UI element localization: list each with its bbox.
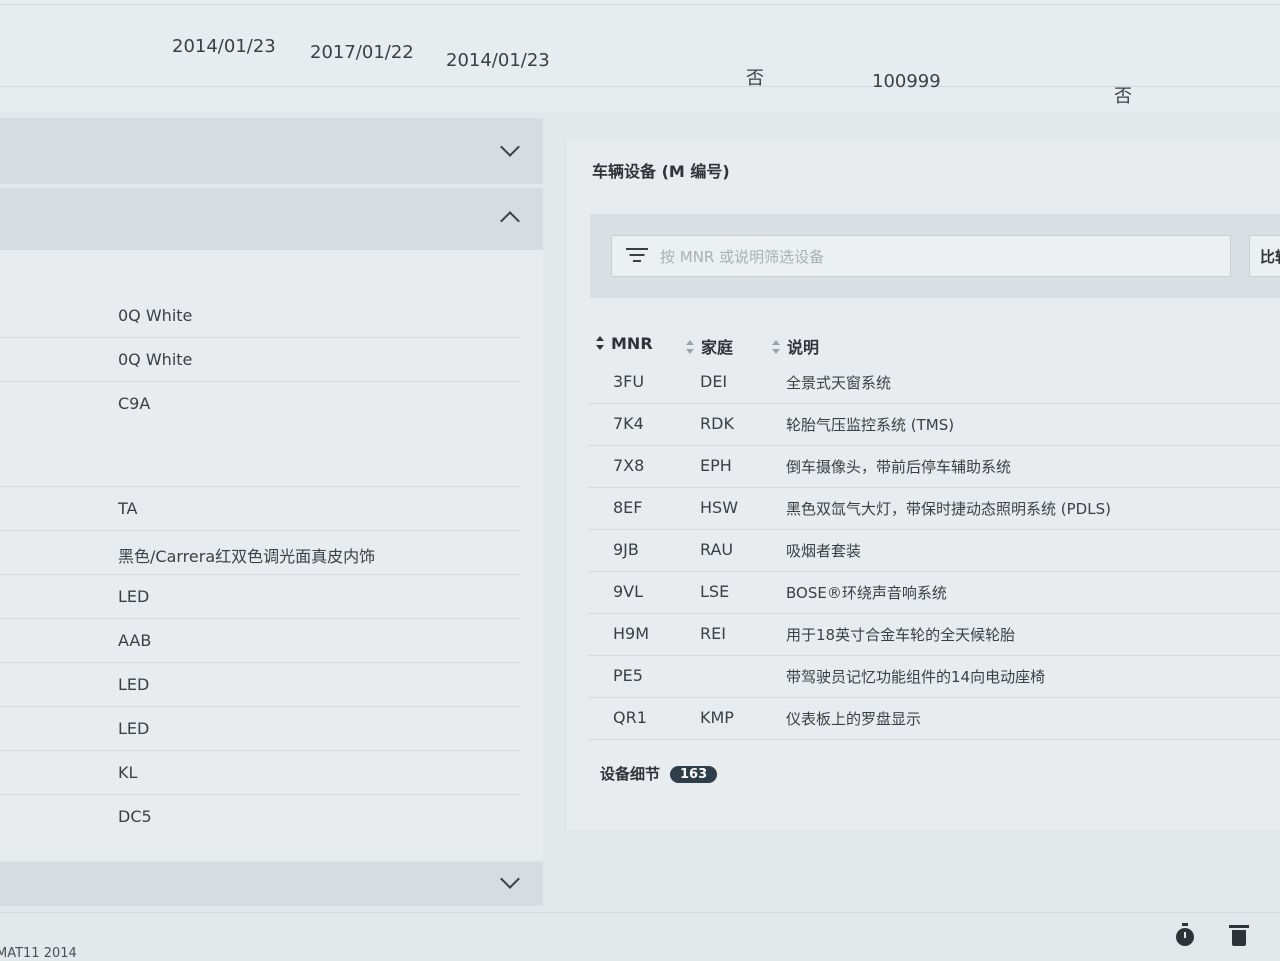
equipment-details-link[interactable]: 设备细节 163	[600, 763, 718, 784]
stopwatch-icon[interactable]	[1176, 923, 1194, 946]
chevron-down-icon	[500, 137, 520, 157]
accordion-header-collapsed[interactable]	[0, 118, 543, 184]
table-row: 9JB RAU 吸烟者套装	[588, 530, 1280, 572]
date-cell: 2014/01/23	[446, 50, 550, 71]
table-row: 7K4 RDK 轮胎气压监控系统 (TMS)	[588, 404, 1280, 446]
list-item: AAB	[0, 619, 520, 663]
sort-icon	[686, 340, 695, 354]
row-divider	[0, 86, 1280, 87]
chevron-down-icon	[500, 869, 520, 889]
list-item: 0Q White	[0, 294, 520, 338]
table-row: 8EF HSW 黑色双氙气大灯，带保时捷动态照明系统 (PDLS)	[588, 488, 1280, 530]
panel-title: 车辆设备 (M 编号)	[592, 162, 730, 181]
date-cell: 2017/01/22	[310, 42, 414, 63]
count-badge: 163	[670, 766, 718, 783]
list-item: KL	[0, 751, 520, 795]
compare-button[interactable]: 比较	[1249, 235, 1280, 277]
sort-icon	[772, 340, 781, 354]
list-item: LED	[0, 707, 520, 751]
list-item: 黑色/Carrera红双色调光面真皮内饰	[0, 531, 520, 575]
filter-placeholder: 按 MNR 或说明筛选设备	[660, 248, 825, 266]
accordion-content: 0Q White 0Q White C9A TA 黑色/Carrera红双色调光…	[0, 250, 543, 860]
column-header-mnr[interactable]: MNR	[596, 334, 653, 353]
list-item: TA	[0, 487, 520, 531]
vehicle-summary-row: 2014/01/23 2017/01/22 2014/01/23 否 10099…	[0, 0, 1280, 112]
list-item: C9A	[0, 382, 520, 487]
list-item: DC5	[118, 807, 152, 826]
column-header-family[interactable]: 家庭	[686, 334, 733, 358]
sort-icon	[596, 336, 605, 350]
list-item: LED	[0, 575, 520, 619]
footer-divider	[0, 912, 1280, 913]
table-row: 9VL LSE BOSE®环绕声音响系统	[588, 572, 1280, 614]
number-cell: 100999	[872, 71, 941, 92]
filter-bar: 按 MNR 或说明筛选设备 比较	[590, 214, 1280, 298]
accordion-header-expanded[interactable]	[0, 188, 543, 250]
column-header-description[interactable]: 说明	[772, 334, 819, 358]
trash-icon[interactable]	[1229, 925, 1249, 946]
table-row: 3FU DEI 全景式天窗系统	[588, 362, 1280, 404]
vehicle-equipment-panel: 车辆设备 (M 编号) 按 MNR 或说明筛选设备 比较 MNR 家庭 说明 3…	[565, 140, 1280, 830]
filter-input[interactable]: 按 MNR 或说明筛选设备	[611, 235, 1231, 277]
row-divider	[0, 4, 1280, 5]
table-row: H9M REI 用于18英寸合金车轮的全天候轮胎	[588, 614, 1280, 656]
chevron-up-icon	[500, 211, 520, 231]
flag-cell: 否	[746, 68, 764, 89]
accordion-header-collapsed[interactable]	[0, 862, 543, 906]
list-item: 0Q White	[0, 338, 520, 382]
flag-cell: 否	[1114, 86, 1132, 107]
table-row: QR1 KMP 仪表板上的罗盘显示	[588, 698, 1280, 740]
table-row: PE5 带驾驶员记忆功能组件的14向电动座椅	[588, 656, 1280, 698]
left-accordion-panel: 0Q White 0Q White C9A TA 黑色/Carrera红双色调光…	[0, 112, 545, 912]
list-item: LED	[0, 663, 520, 707]
footer-text: MAT11 2014	[0, 946, 77, 961]
table-row: 7X8 EPH 倒车摄像头，带前后停车辅助系统	[588, 446, 1280, 488]
date-cell: 2014/01/23	[172, 36, 276, 57]
filter-icon	[626, 248, 648, 264]
